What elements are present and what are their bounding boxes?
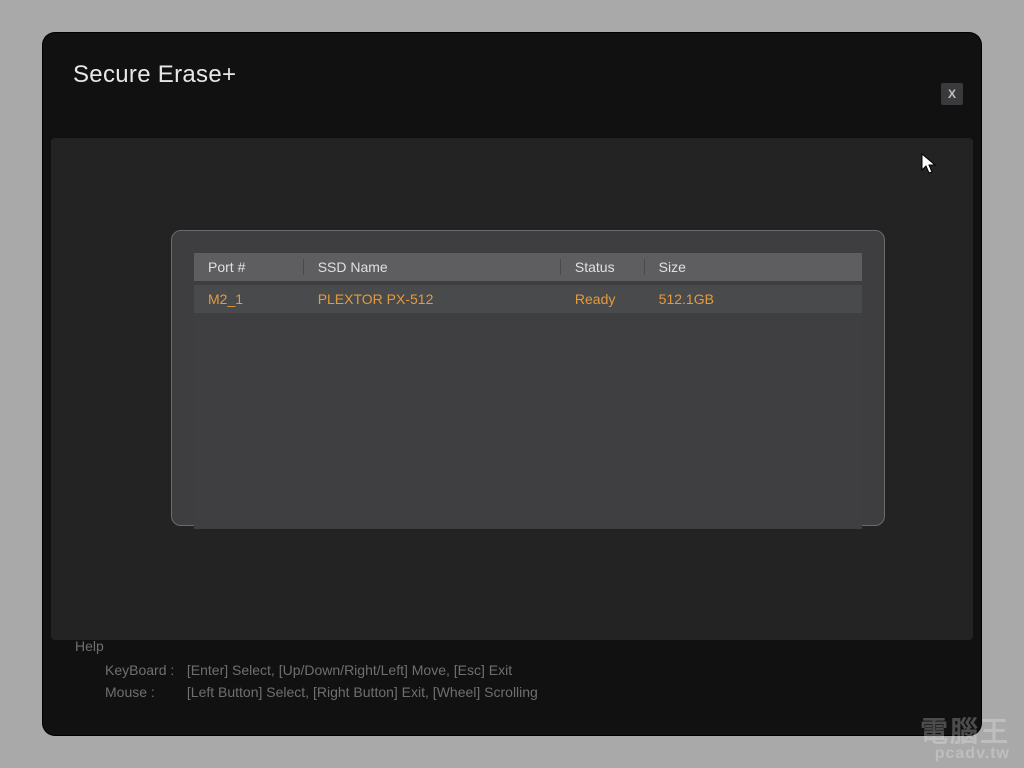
ssd-table: Port # SSD Name Status Size M2_1 PLEXTOR…	[194, 253, 862, 529]
table-empty-area[interactable]	[194, 313, 862, 529]
help-keyboard: KeyBoard : [Enter] Select, [Up/Down/Righ…	[75, 659, 538, 681]
cell-port: M2_1	[194, 291, 304, 307]
window-title: Secure Erase+	[73, 61, 981, 89]
title-bar: Secure Erase+ X	[43, 33, 981, 103]
col-header-size: Size	[645, 259, 862, 275]
col-header-port: Port #	[194, 259, 304, 275]
cell-status: Ready	[561, 291, 645, 307]
col-header-ssd-name: SSD Name	[304, 259, 561, 275]
cell-ssd-name: PLEXTOR PX-512	[304, 291, 561, 307]
col-header-status: Status	[561, 259, 645, 275]
help-mouse-text: [Left Button] Select, [Right Button] Exi…	[187, 684, 538, 700]
help-mouse-label: Mouse :	[105, 681, 183, 703]
help-mouse: Mouse : [Left Button] Select, [Right But…	[75, 681, 538, 703]
ssd-table-frame: Port # SSD Name Status Size M2_1 PLEXTOR…	[171, 230, 885, 526]
table-row[interactable]: M2_1 PLEXTOR PX-512 Ready 512.1GB	[194, 285, 862, 313]
secure-erase-window: Secure Erase+ X Port # SSD Name Status S…	[43, 33, 981, 735]
watermark-line2: pcadv.tw	[920, 746, 1010, 762]
close-button[interactable]: X	[941, 83, 963, 105]
help-keyboard-text: [Enter] Select, [Up/Down/Right/Left] Mov…	[187, 662, 512, 678]
close-icon: X	[948, 87, 956, 101]
content-panel: Port # SSD Name Status Size M2_1 PLEXTOR…	[51, 138, 973, 640]
help-title: Help	[75, 635, 538, 657]
cell-size: 512.1GB	[645, 291, 862, 307]
help-block: Help KeyBoard : [Enter] Select, [Up/Down…	[75, 635, 538, 703]
help-keyboard-label: KeyBoard :	[105, 659, 183, 681]
table-header-row: Port # SSD Name Status Size	[194, 253, 862, 281]
